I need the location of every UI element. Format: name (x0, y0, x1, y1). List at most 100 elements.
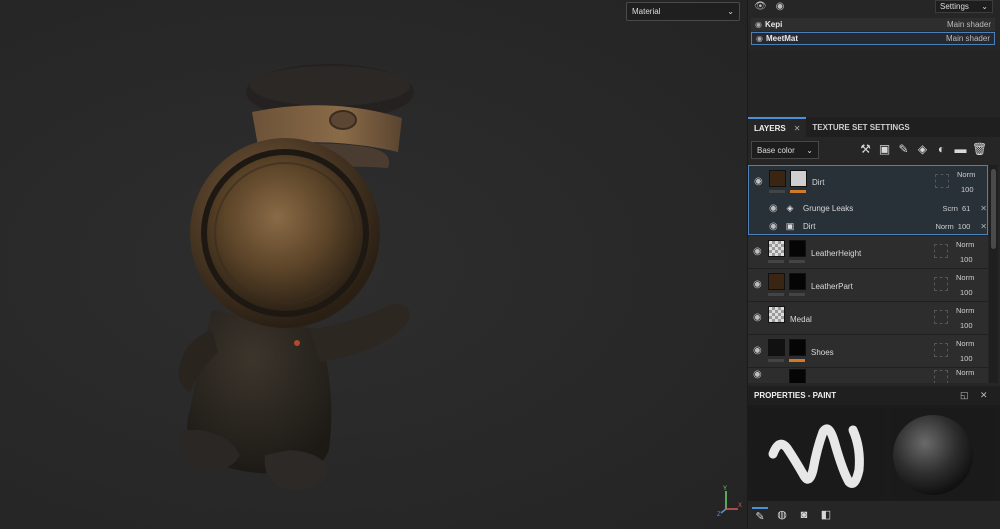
eye-icon[interactable]: ◉ (753, 345, 762, 356)
close-icon[interactable]: ✕ (980, 390, 988, 401)
layer-blend-mode[interactable]: Norm (956, 240, 974, 249)
close-icon[interactable]: ✕ (980, 204, 987, 213)
eye-icon[interactable]: ◉ (755, 20, 765, 29)
layer-name: LeatherHeight (811, 249, 862, 258)
layer-row[interactable]: ◉ Medal Norm 100 (748, 302, 988, 335)
layers-toolbar: Base color ⌄ ⚒ ▣ ✎ ◈ ◐ ▬ 🗑 (748, 137, 1000, 163)
layer-mask-slot[interactable] (934, 277, 948, 291)
layer-thumbnail (769, 170, 786, 187)
layer-opacity[interactable]: 100 (960, 321, 973, 330)
alpha-icon[interactable]: ◍ (774, 507, 790, 523)
properties-tabs: ✎ ◍ ◙ ◧ (748, 501, 1000, 529)
close-icon[interactable]: ✕ (794, 124, 801, 133)
eye-icon[interactable]: ◉ (753, 279, 762, 290)
layer-mask-slot[interactable] (935, 174, 949, 188)
effect-blend-mode[interactable]: Norm (935, 222, 953, 231)
eye-icon[interactable]: ◉ (753, 246, 762, 257)
layer-blend-mode[interactable]: Norm (956, 368, 974, 377)
channel-select[interactable]: Base color ⌄ (751, 141, 819, 159)
tab-texture-set-settings[interactable]: TEXTURE SET SETTINGS (806, 117, 915, 137)
layer-mask-slot[interactable] (934, 310, 948, 324)
close-icon[interactable]: ✕ (980, 222, 987, 231)
character-model[interactable] (0, 0, 747, 529)
chevron-down-icon: ⌄ (806, 145, 813, 155)
tab-texture-set-settings-label: TEXTURE SET SETTINGS (812, 122, 910, 132)
effect-opacity[interactable]: 61 (962, 204, 970, 213)
mask-thumbnail (790, 170, 807, 187)
properties-header: PROPERTIES - PAINT ◱ ✕ (748, 386, 1000, 405)
eye-icon[interactable]: ◉ (769, 221, 783, 232)
effect-name: Grunge Leaks (803, 203, 854, 213)
material-sphere-preview (891, 408, 996, 498)
tab-layers[interactable]: LAYERS ✕ (748, 117, 807, 137)
layer-opacity[interactable]: 100 (960, 354, 973, 363)
layer-row[interactable]: ◉ Shoes Norm 100 (748, 335, 988, 368)
texture-set-row[interactable]: ◉ Kepi Main shader (751, 18, 995, 31)
fill-bucket-icon: ◈ (786, 202, 794, 213)
layer-name: Medal (790, 315, 812, 324)
layer-opacity[interactable]: 100 (960, 255, 973, 264)
eye-icon[interactable]: ◉ (753, 369, 762, 380)
layer-name: LeatherPart (811, 282, 853, 291)
mask-thumbnail (789, 273, 806, 290)
layer-stack[interactable]: ◉ Dirt Norm 100 ◉ ◈ Grunge Leaks Scrn 61… (748, 165, 988, 383)
chevron-down-icon: ⌄ (981, 2, 988, 11)
axis-y-label: Y (723, 486, 727, 492)
chevron-down-icon: ⌄ (727, 7, 734, 16)
render-mode-select[interactable]: Material ⌄ (626, 2, 740, 21)
add-fill-layer-icon[interactable]: ◈ (915, 142, 930, 157)
layer-blend-mode[interactable]: Norm (956, 339, 974, 348)
layer-row[interactable]: ◉ LeatherPart Norm 100 (748, 269, 988, 302)
layer-name: Shoes (811, 348, 834, 357)
texture-set-row-selected[interactable]: ◉ MeetMat Main shader (751, 32, 995, 45)
effect-opacity[interactable]: 100 (958, 222, 971, 231)
layer-blend-mode[interactable]: Norm (956, 273, 974, 282)
layer-group-dirt[interactable]: ◉ Dirt Norm 100 ◉ ◈ Grunge Leaks Scrn 61… (748, 165, 988, 235)
axis-z-label: Z (717, 512, 721, 517)
eye-icon[interactable]: ◉ (753, 312, 762, 323)
delete-icon[interactable]: 🗑 (972, 142, 987, 157)
layer-blend-mode[interactable]: Norm (957, 170, 975, 179)
texture-set-list-empty (748, 50, 1000, 116)
smart-material-icon[interactable]: ◐ (934, 142, 949, 157)
properties-title: PROPERTIES - PAINT (754, 391, 837, 400)
tab-layers-label: LAYERS (754, 123, 786, 133)
layer-row[interactable]: ◉ Norm (748, 368, 988, 383)
layer-mask-slot[interactable] (934, 370, 948, 383)
layer-blend-mode[interactable]: Norm (956, 306, 974, 315)
layer-name: Dirt (812, 178, 825, 187)
layer-row[interactable]: ◉ LeatherHeight Norm 100 (748, 236, 988, 269)
layer-opacity[interactable]: 100 (961, 185, 974, 194)
settings-button[interactable]: Settings ⌄ (935, 0, 993, 13)
eye-icon[interactable]: ◉ (754, 176, 763, 187)
stencil-icon[interactable]: ◙ (796, 507, 812, 523)
render-mode-value: Material (632, 7, 661, 16)
layer-thumbnail (768, 339, 785, 356)
add-mask-icon[interactable]: ▣ (877, 142, 892, 157)
add-paint-layer-icon[interactable]: ✎ (896, 142, 911, 157)
maximize-icon[interactable]: ◱ (960, 390, 969, 401)
mask-thumbnail (789, 369, 806, 383)
channel-value: Base color (757, 145, 795, 155)
texture-set-shader[interactable]: Main shader (947, 20, 991, 29)
brush-icon[interactable]: ✎ (752, 507, 768, 523)
3d-viewport[interactable]: Material ⌄ Y X Z (0, 0, 747, 529)
mask-icon: ▣ (785, 220, 795, 231)
add-effect-icon[interactable]: ⚒ (858, 142, 873, 157)
add-folder-icon[interactable]: ▬ (953, 142, 968, 157)
layer-opacity[interactable]: 100 (960, 288, 973, 297)
eye-settings-icon[interactable]: 👁 (754, 1, 767, 13)
eye-icon[interactable]: ◉ (769, 203, 783, 214)
texture-set-shader[interactable]: Main shader (946, 34, 990, 43)
effect-row[interactable]: ◉ ◈ Grunge Leaks Scrn 61 ✕ (769, 199, 987, 217)
layer-mask-slot[interactable] (934, 244, 948, 258)
layers-scrollbar[interactable] (989, 165, 998, 383)
eye-icon[interactable]: ◉ (756, 34, 766, 43)
eye-icon[interactable]: ◉ (774, 1, 786, 13)
texture-set-header: 👁 ◉ Settings ⌄ (748, 0, 1000, 15)
layer-thumbnail (768, 240, 785, 257)
effect-blend-mode[interactable]: Scrn (943, 204, 958, 213)
material-icon[interactable]: ◧ (818, 507, 834, 523)
layer-mask-slot[interactable] (934, 343, 948, 357)
effect-row[interactable]: ◉ ▣ Dirt Norm 100 ✕ (769, 217, 987, 235)
